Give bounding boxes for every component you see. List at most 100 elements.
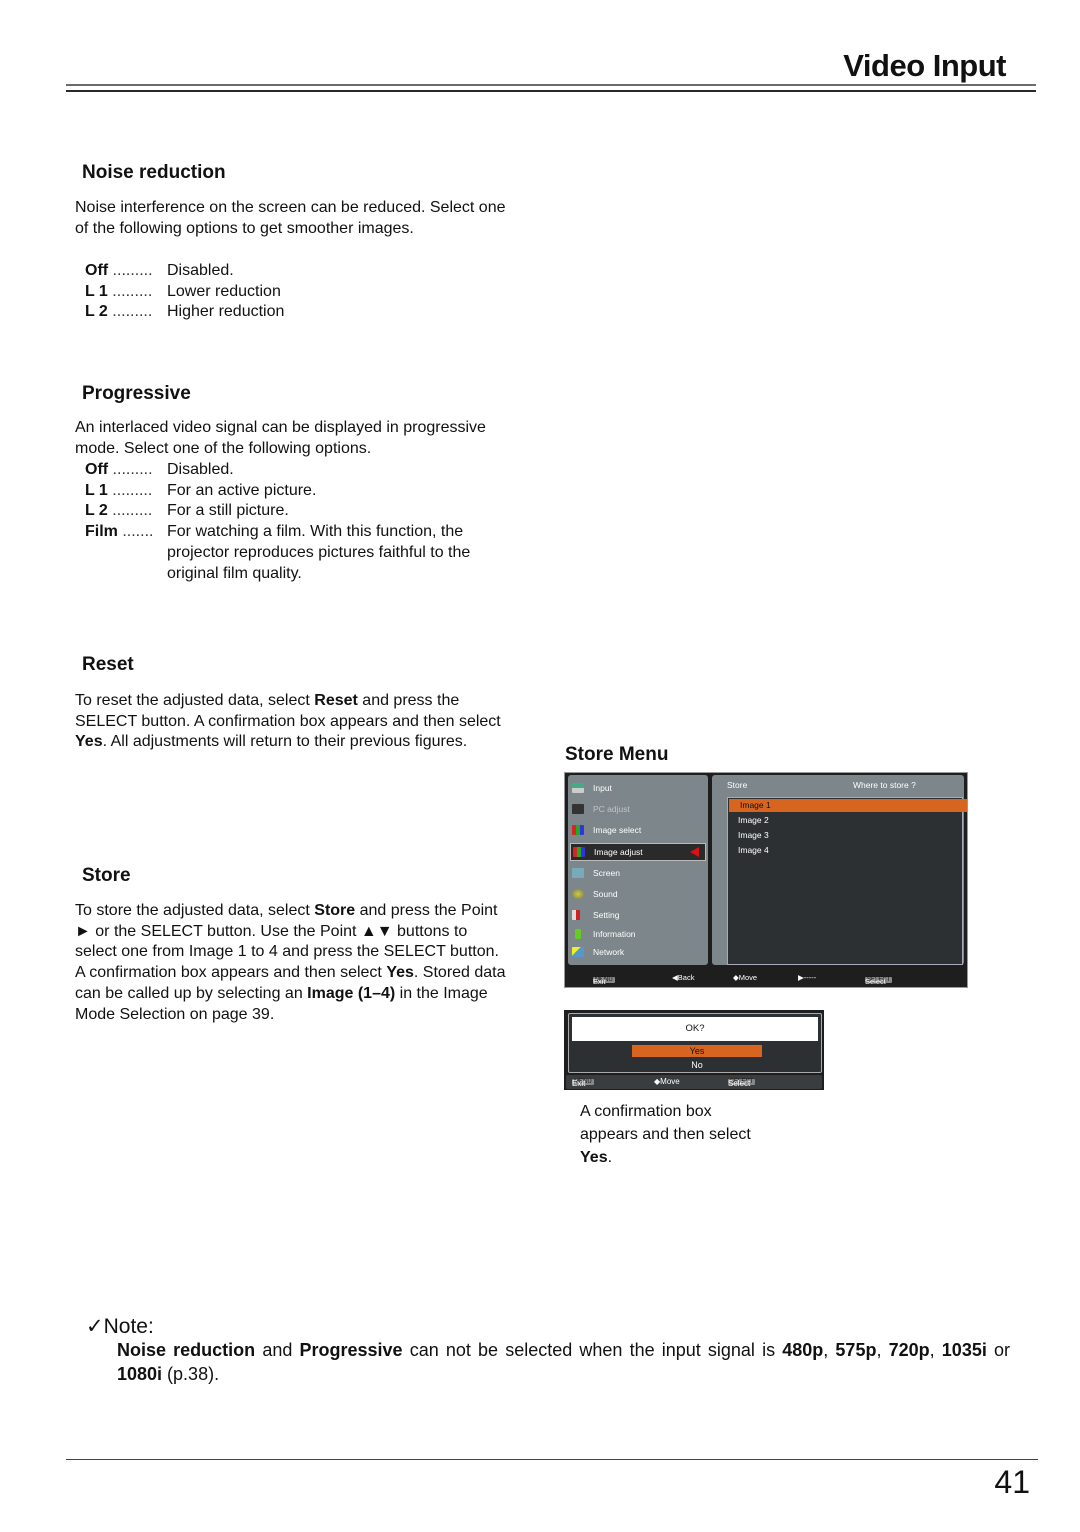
bold-text: 1035i [941, 1340, 987, 1360]
header-rule-double [66, 90, 1036, 92]
store-heading: Store [82, 865, 131, 886]
confirmation-dialog-screenshot: OK? Yes No MENU Exit ◆Move SELECT Select [564, 1010, 824, 1090]
menu-item-image-select[interactable]: Image select [572, 822, 704, 838]
menu-item-label: Setting [593, 910, 620, 920]
text: A confirmation box appears and then sele… [580, 1103, 751, 1143]
reset-heading: Reset [82, 654, 134, 675]
dialog-caption: A confirmation box appears and then sele… [580, 1100, 760, 1169]
page-number: 41 [994, 1464, 1030, 1500]
menu-item-input[interactable]: Input [572, 780, 704, 796]
pc-adjust-icon [572, 804, 584, 814]
option-desc: Disabled. [167, 461, 234, 478]
information-icon [575, 929, 581, 939]
back-hint: ◀Back [672, 973, 695, 982]
menu-item-pc-adjust[interactable]: PC adjust [572, 801, 704, 817]
move-hint: ◆Move [733, 973, 758, 982]
menu-item-label: PC adjust [593, 804, 630, 814]
bold-text: Yes [580, 1149, 608, 1166]
yes-option[interactable]: Yes [632, 1045, 762, 1057]
no-option[interactable]: No [632, 1059, 762, 1071]
page-title: Video Input [843, 48, 1006, 83]
text: can not be selected when the input signa… [402, 1340, 783, 1360]
text: , [929, 1340, 942, 1360]
submenu-title: Store [727, 780, 748, 790]
menu-item-network[interactable]: Network [572, 944, 704, 960]
bold-text: Reset [314, 692, 358, 709]
progressive-options: Off ......... Disabled. L 1 ......... For … [85, 460, 512, 584]
footer-rule [66, 1459, 1038, 1460]
option-row: Off ......... Disabled. [85, 261, 512, 282]
option-key: L 2 [85, 303, 108, 321]
store-slot-image-1[interactable]: Image 1 [729, 799, 967, 812]
bold-text: 1080i [117, 1364, 163, 1384]
option-desc: Disabled. [167, 262, 234, 279]
hint-label: Select [865, 977, 886, 986]
bold-text: Yes [75, 733, 103, 751]
confirmation-dialog: OK? Yes No [568, 1013, 822, 1073]
store-slot-image-2[interactable]: Image 2 [738, 814, 769, 827]
hint-label: Exit [593, 977, 606, 986]
option-key: L 1 [85, 282, 108, 300]
menu-item-screen[interactable]: Screen [572, 865, 704, 881]
menu-item-label: Network [593, 947, 625, 957]
menu-item-label: Image adjust [594, 847, 643, 857]
leader-dots: ....... [117, 523, 154, 541]
bold-text: Yes [386, 964, 414, 982]
menu-item-setting[interactable]: Setting [572, 907, 704, 923]
text: (p.38). [162, 1364, 220, 1384]
menu-item-label: Image select [593, 825, 642, 835]
menu-item-label: Input [593, 783, 612, 793]
noise-reduction-intro: Noise interference on the screen can be … [75, 199, 506, 237]
menu-item-label: Information [593, 929, 636, 939]
option-row: L 2 ......... Higher reduction [85, 302, 512, 323]
menu-item-information[interactable]: Information [572, 926, 704, 942]
header-rule [66, 84, 1036, 86]
store-submenu-panel: Store Where to store ? Image 1 Image 2 I… [712, 775, 967, 965]
store-slot-image-3[interactable]: Image 3 [738, 829, 769, 842]
text: . All adjustments will return to their p… [102, 733, 468, 751]
option-row: Film ....... For watching a film. With th… [85, 522, 512, 584]
input-icon [572, 783, 584, 793]
text: , [876, 1340, 889, 1360]
sound-icon [572, 889, 584, 899]
next-hint: ▶----- [798, 973, 817, 982]
menu-hint-bar: MENU Exit ◀Back ◆Move ▶----- SELECT Select [565, 969, 967, 987]
option-row: L 1 ......... Lower reduction [85, 282, 512, 303]
note-heading: ✓Note: [86, 1315, 154, 1338]
bold-text: 575p [835, 1340, 877, 1360]
option-desc: For watching a film. With this function,… [167, 523, 471, 582]
dialog-hint-bar: MENU Exit ◆Move SELECT Select [566, 1075, 822, 1089]
leader-dots: ......... [108, 262, 153, 279]
text: . [607, 1149, 613, 1166]
option-key: L 2 [85, 502, 108, 520]
store-slot-image-4[interactable]: Image 4 [738, 844, 769, 857]
bold-text: Progressive [299, 1340, 403, 1360]
leader-dots: ......... [107, 303, 153, 321]
menu-item-label: Screen [593, 868, 620, 878]
leader-dots: ......... [107, 481, 153, 499]
bold-text: Store [314, 902, 356, 919]
store-text: To store the adjusted data, select Store… [75, 901, 513, 1025]
setting-icon [572, 910, 580, 920]
menu-item-sound[interactable]: Sound [572, 886, 704, 902]
text: To store the adjusted data, select [75, 902, 315, 919]
leader-dots: ......... [107, 502, 153, 520]
screen-icon [572, 868, 584, 878]
selection-arrow-icon [690, 847, 699, 857]
text: or [986, 1340, 1010, 1360]
bold-text: Image (1–4) [307, 984, 396, 1002]
option-key: L 1 [85, 481, 108, 499]
text: A confirmation box appears and then sele… [75, 964, 387, 982]
menu-item-label: Sound [593, 889, 618, 899]
noise-reduction-options: Off ......... Disabled. L 1 ......... Lowe… [85, 261, 512, 323]
store-menu-heading: Store Menu [565, 744, 669, 765]
store-menu-screenshot: Input PC adjust Image select Image adjus… [564, 772, 968, 988]
progressive-heading: Progressive [82, 383, 191, 404]
option-desc: Lower reduction [167, 282, 281, 300]
menu-item-image-adjust[interactable]: Image adjust [570, 843, 706, 861]
bold-text: Noise reduction [117, 1340, 256, 1360]
main-menu-panel: Input PC adjust Image select Image adjus… [568, 775, 708, 965]
option-desc: Higher reduction [167, 303, 285, 321]
store-slot-list: Image 1 Image 2 Image 3 Image 4 [727, 797, 967, 965]
option-key: Film [85, 523, 118, 541]
